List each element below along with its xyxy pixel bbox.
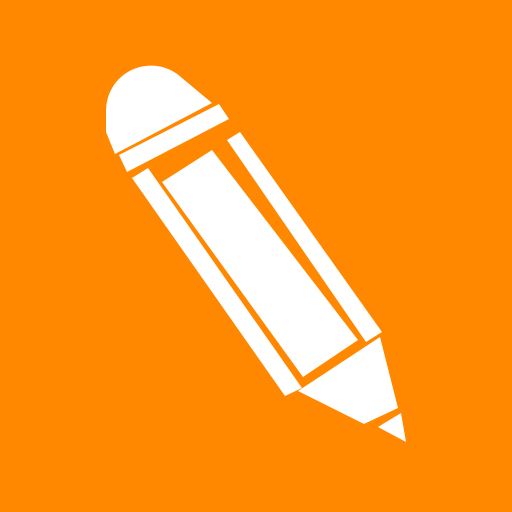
pencil-icon bbox=[0, 0, 512, 512]
app-icon bbox=[0, 0, 512, 512]
